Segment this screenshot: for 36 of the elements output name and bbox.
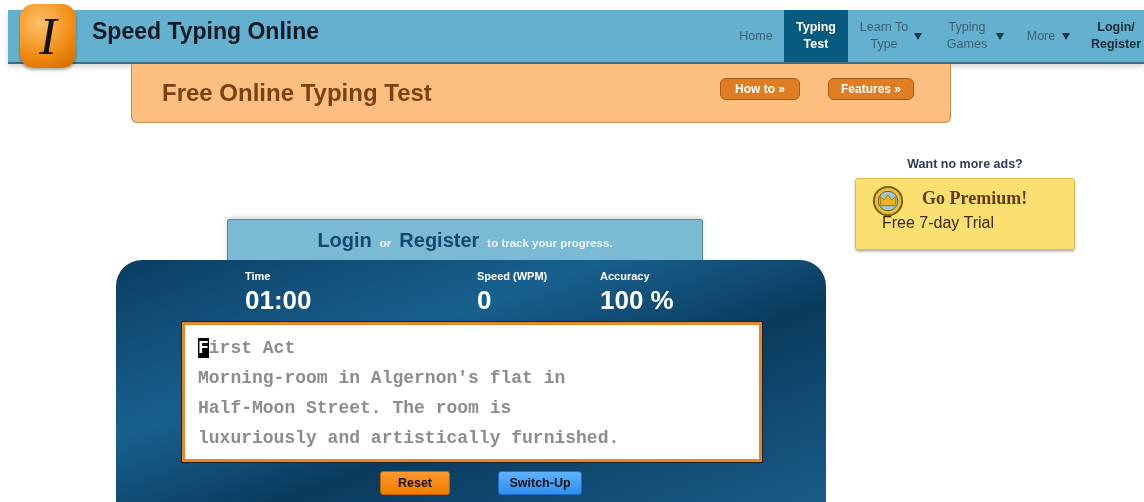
stat-label: Accuracy (600, 270, 651, 282)
stat-label: Speed (WPM) (477, 270, 549, 282)
switch-up-button[interactable]: Switch-Up (498, 471, 582, 495)
nav-link[interactable]: Typing Test (784, 10, 848, 62)
banner-button[interactable]: Features » (827, 78, 914, 100)
stat-value: 01:00 (245, 285, 313, 316)
stat-value: 100 % (600, 285, 675, 316)
caret-icon (1062, 32, 1070, 40)
nav-link[interactable]: Home (728, 10, 784, 62)
site-logo[interactable]: I (20, 4, 76, 68)
passage-box[interactable]: First Act Morning-room in Algernon's flat in Half-Moon Street. The room is luxuriously and artistically furnished. (182, 322, 762, 462)
progress-note: to track your progress. (487, 236, 613, 249)
caret-icon (914, 32, 922, 40)
stat-value: 0 (477, 285, 493, 316)
nav-link[interactable]: Login/ Register (1080, 10, 1144, 62)
nav-link[interactable]: Typing Games (932, 10, 1014, 62)
premium-title: Go Premium! (922, 188, 1029, 209)
stat-label: Time (245, 270, 272, 282)
ad-prompt: Want no more ads? (906, 157, 1024, 171)
nav-link[interactable]: Learn To Type (848, 10, 932, 62)
crown-badge-icon (872, 185, 904, 217)
passage-line: First Act (198, 337, 297, 360)
register-link[interactable]: Register (399, 228, 480, 252)
page-heading: Free Online Typing Test (162, 79, 432, 107)
premium-button[interactable]: Go Premium! Free 7-day Trial (855, 178, 1075, 250)
reset-button[interactable]: Reset (380, 471, 450, 495)
caret-icon (996, 32, 1004, 40)
login-link[interactable]: Login (317, 228, 372, 252)
site-title: Speed Typing Online (92, 18, 320, 45)
trial-label: Free 7-day Trial (882, 214, 996, 232)
nav-link[interactable]: More (1014, 10, 1080, 62)
passage-line: Half-Moon Street. The room is (198, 397, 513, 420)
passage-line: luxuriously and artistically furnished. (198, 427, 621, 450)
or-label: or (379, 236, 392, 249)
banner-button[interactable]: How to » (719, 78, 800, 100)
passage-line: Morning-room in Algernon's flat in (198, 367, 567, 390)
